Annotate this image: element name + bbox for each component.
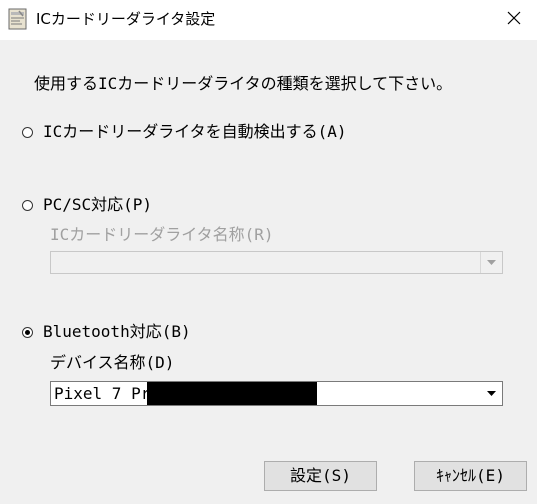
- bluetooth-label[interactable]: Bluetooth対応(B): [43, 322, 191, 342]
- cancel-button[interactable]: ｷｬﾝｾﾙ(E): [414, 461, 527, 491]
- window-title: ICカードリーダライタ設定: [36, 10, 216, 28]
- close-icon: [507, 11, 521, 25]
- device-name-value: Pixel 7 Pro: [54, 384, 160, 403]
- pcsc-radio[interactable]: [22, 200, 33, 211]
- close-button[interactable]: [491, 0, 537, 36]
- device-name-label: デバイス名称(D): [50, 353, 175, 372]
- pcsc-label[interactable]: PC/SC対応(P): [43, 195, 152, 215]
- instruction-text: 使用するICカードリーダライタの種類を選択して下さい。: [34, 74, 453, 93]
- redaction-bar: [147, 382, 317, 405]
- reader-name-dropdown: [50, 251, 503, 274]
- reader-name-label: ICカードリーダライタ名称(R): [50, 225, 274, 244]
- ok-button[interactable]: 設定(S): [264, 461, 377, 491]
- bluetooth-radio[interactable]: [22, 327, 33, 338]
- auto-detect-radio[interactable]: [22, 127, 33, 138]
- dropdown-arrow-icon: [480, 252, 502, 273]
- dropdown-arrow-icon[interactable]: [480, 382, 502, 405]
- title-bar: ICカードリーダライタ設定: [0, 0, 537, 40]
- auto-detect-label[interactable]: ICカードリーダライタを自動検出する(A): [43, 122, 347, 142]
- device-name-dropdown[interactable]: Pixel 7 Pro: [50, 381, 503, 406]
- card-reader-app-icon: [8, 8, 27, 30]
